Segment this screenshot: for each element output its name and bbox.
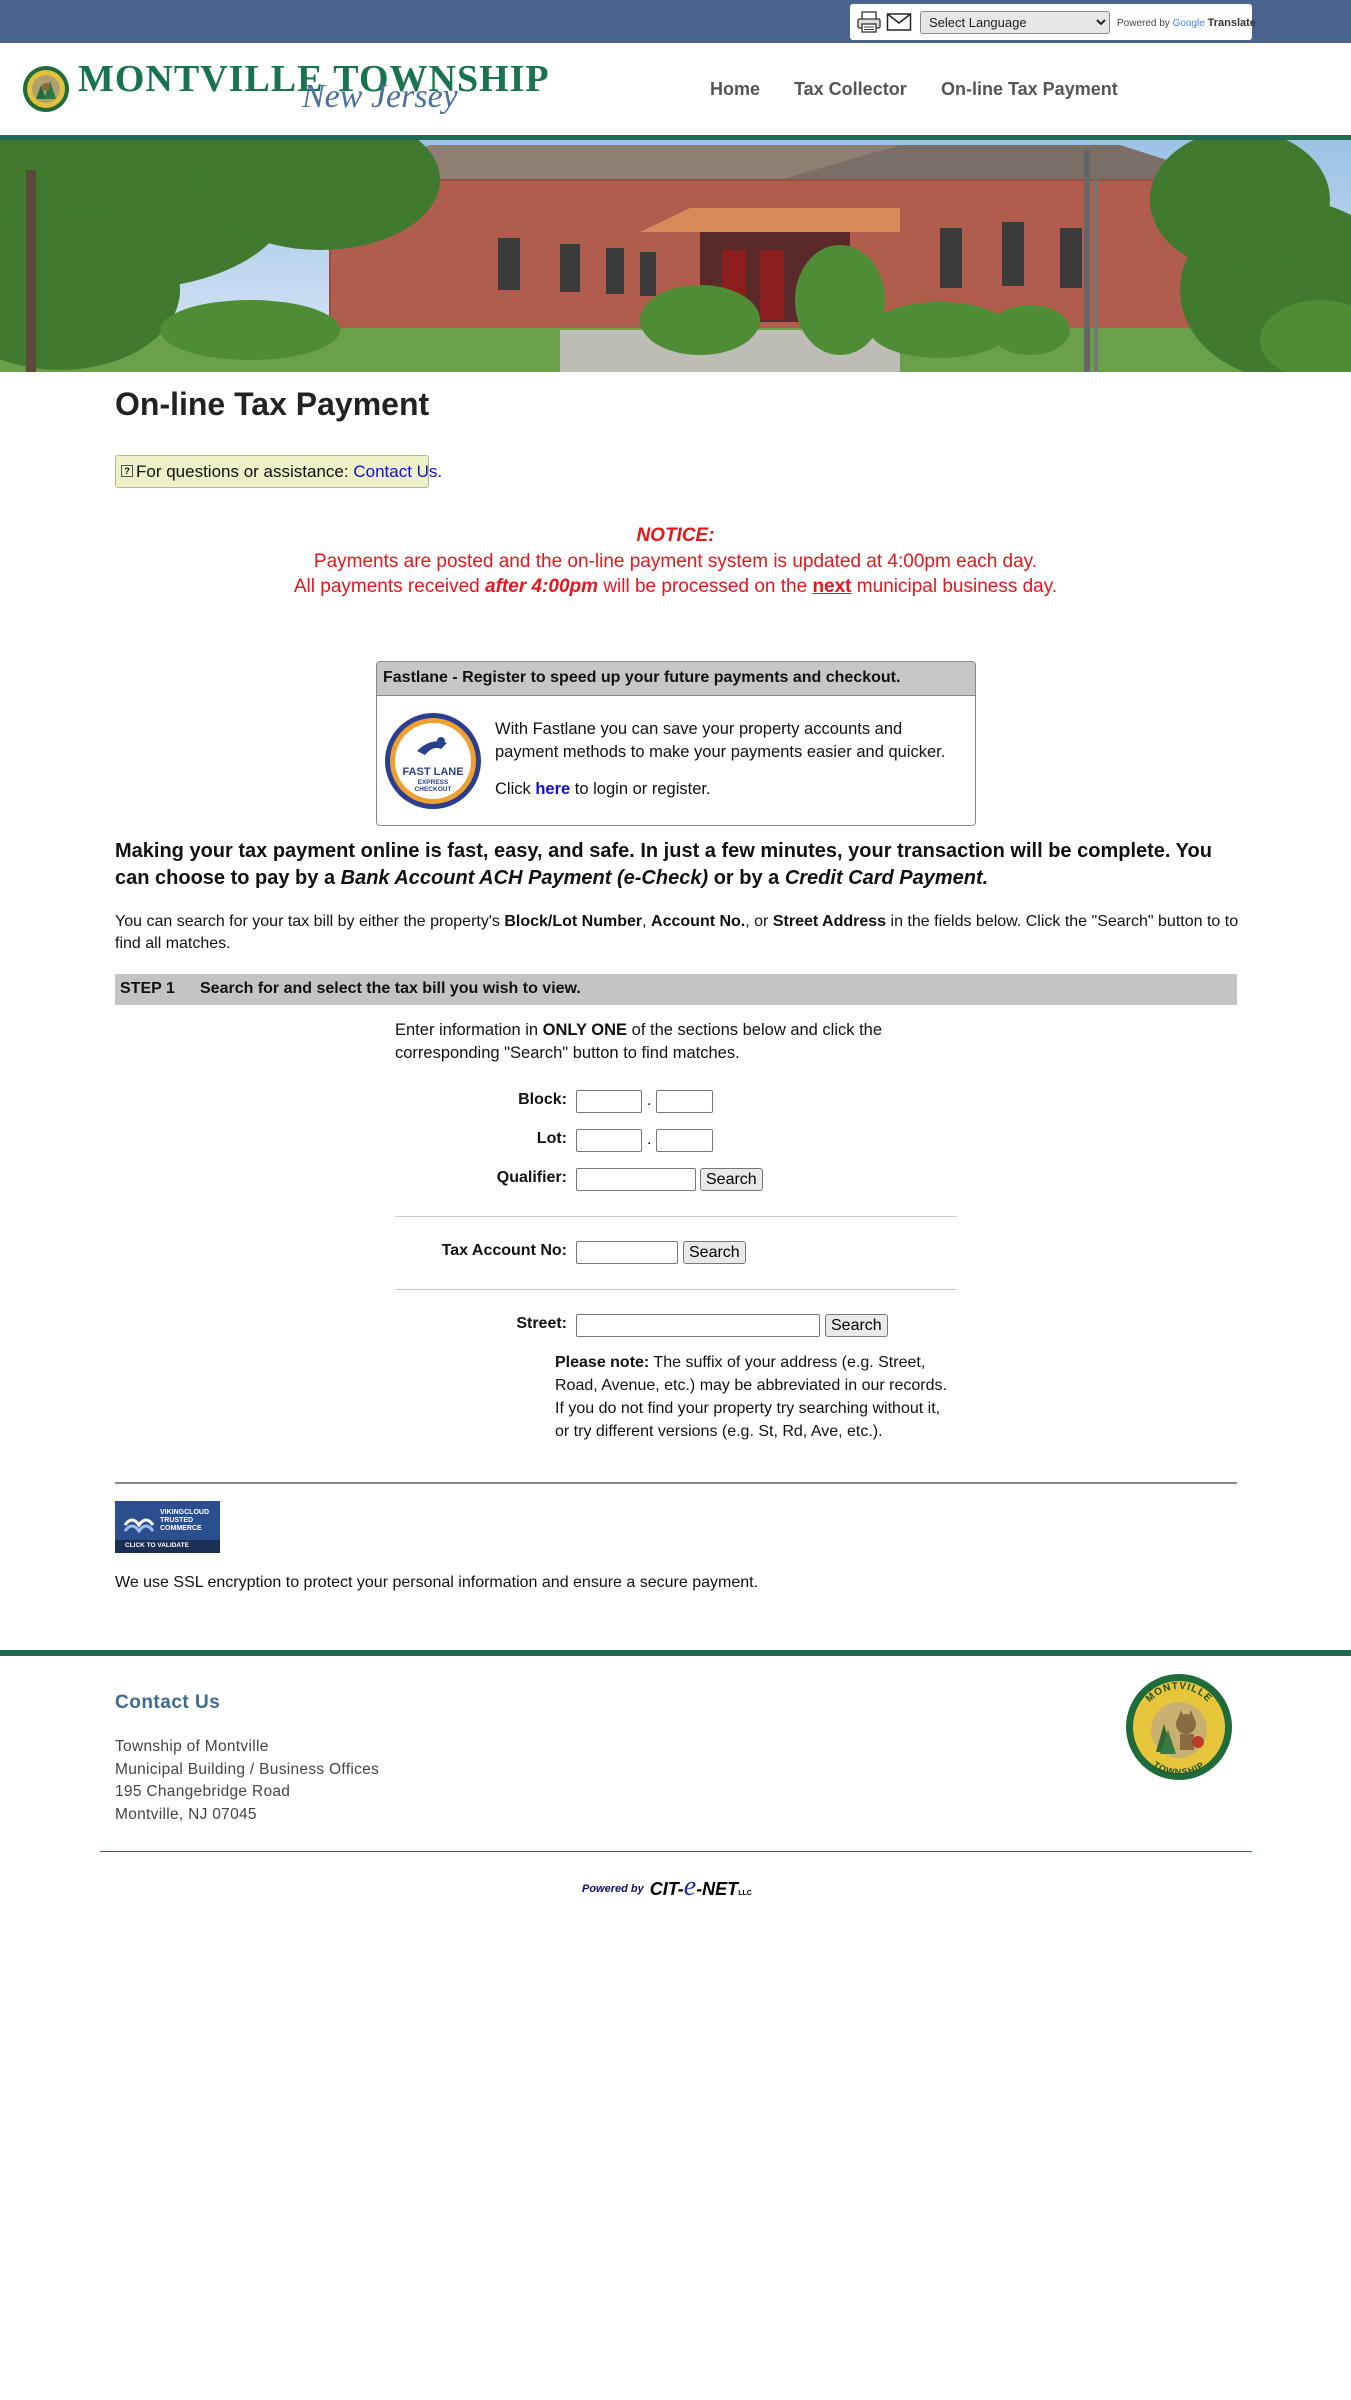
fastlane-register-link[interactable]: here — [535, 780, 570, 798]
footer-divider — [0, 1650, 1351, 1656]
page-title: On-line Tax Payment — [115, 386, 430, 422]
township-seal: MONTVILLE TOWNSHIP — [1126, 1674, 1232, 1780]
form-divider-1 — [395, 1216, 957, 1217]
tax-account-search-button[interactable]: Search — [683, 1241, 746, 1264]
lot-label: Lot: — [536, 1130, 567, 1147]
lot-suffix-input[interactable] — [656, 1129, 713, 1152]
print-icon[interactable] — [856, 10, 882, 34]
nav-home[interactable]: Home — [710, 79, 760, 100]
email-icon[interactable] — [886, 12, 912, 32]
search-instructions: You can search for your tax bill by eith… — [115, 913, 1239, 952]
block-lot-search-button[interactable]: Search — [700, 1168, 763, 1191]
block-separator: . — [647, 1092, 652, 1109]
intro-text: Making your tax payment online is fast, … — [115, 840, 1212, 889]
help-box: ? For questions or assistance: Contact U… — [115, 455, 442, 488]
badge-validate: CLICK TO VALIDATE — [115, 1540, 220, 1553]
footer-separator — [100, 1851, 1252, 1852]
step-1-bar: STEP 1 Search for and select the tax bill… — [115, 974, 1237, 1005]
municipal-building-banner — [0, 140, 1351, 372]
nav-online-tax-payment[interactable]: On-line Tax Payment — [941, 79, 1118, 100]
ssl-notice: We use SSL encryption to protect your pe… — [115, 1574, 759, 1591]
step-label: Search for and select the tax bill you w… — [200, 980, 581, 997]
block-label: Block: — [518, 1091, 567, 1108]
address-line: Montville, NJ 07045 — [115, 1805, 257, 1823]
block-input[interactable] — [576, 1090, 642, 1113]
qualifier-input[interactable] — [576, 1168, 696, 1191]
svg-text:CHECKOUT: CHECKOUT — [415, 786, 452, 793]
fastlane-heading: Fastlane - Register to speed up your fut… — [377, 662, 975, 696]
svg-text:EXPRESS: EXPRESS — [418, 779, 449, 786]
footer-address: Township of Montville Municipal Building… — [115, 1736, 379, 1826]
content-divider — [115, 1482, 1237, 1484]
notice-heading: NOTICE: — [636, 525, 715, 546]
notice-line-1: Payments are posted and the on-line paym… — [313, 551, 1038, 572]
help-text: For questions or assistance: — [136, 462, 349, 481]
powered-by-cit-e-net[interactable]: Powered by CIT-e-NETLLC — [582, 1871, 752, 1903]
address-line: Township of Montville — [115, 1738, 269, 1755]
google-translate-credit: Powered by Google Translate — [1117, 17, 1256, 29]
tax-account-label: Tax Account No: — [441, 1242, 567, 1259]
contact-us-link[interactable]: Contact Us. — [353, 462, 442, 481]
help-icon: ? — [121, 465, 133, 477]
trusted-commerce-badge[interactable]: VIKINGCLOUD TRUSTED COMMERCE CLICK TO VA… — [115, 1501, 220, 1553]
site-logo-subtitle: New Jersey — [302, 78, 458, 115]
address-line: Municipal Building / Business Offices — [115, 1760, 380, 1778]
tax-account-input[interactable] — [576, 1241, 678, 1264]
street-input[interactable] — [576, 1314, 820, 1337]
block-suffix-input[interactable] — [656, 1090, 713, 1113]
address-note: Please note: The suffix of your address … — [555, 1354, 947, 1440]
badge-text: VIKINGCLOUD TRUSTED COMMERCE — [160, 1509, 209, 1532]
fastlane-logo[interactable]: FAST LANE EXPRESS CHECKOUT — [383, 711, 483, 811]
street-search-button[interactable]: Search — [825, 1314, 888, 1337]
fastlane-panel: Fastlane - Register to speed up your fut… — [376, 661, 976, 826]
street-label: Street: — [516, 1315, 567, 1332]
step-number: STEP 1 — [120, 980, 175, 997]
fastlane-body: With Fastlane you can save your property… — [495, 720, 946, 761]
qualifier-label: Qualifier: — [496, 1169, 567, 1186]
lot-input[interactable] — [576, 1129, 642, 1152]
trust-shield-icon — [123, 1518, 155, 1533]
footer-contact-title: Contact Us — [115, 1692, 221, 1713]
notice-line-2: All payments received after 4:00pm will … — [293, 576, 1058, 597]
address-line: 195 Changebridge Road — [115, 1783, 291, 1800]
form-instructions: Enter information in ONLY ONE of the sec… — [395, 1021, 883, 1062]
township-seal-logo[interactable] — [22, 65, 70, 113]
svg-text:FAST LANE: FAST LANE — [402, 766, 463, 778]
language-select[interactable]: Select Language — [920, 11, 1110, 34]
fastlane-register-line: Click here to login or register. — [495, 780, 711, 798]
lot-separator: . — [647, 1131, 652, 1148]
fastlane-text: With Fastlane you can save your property… — [495, 718, 965, 815]
nav-tax-collector[interactable]: Tax Collector — [794, 79, 907, 100]
form-divider-2 — [395, 1289, 957, 1290]
